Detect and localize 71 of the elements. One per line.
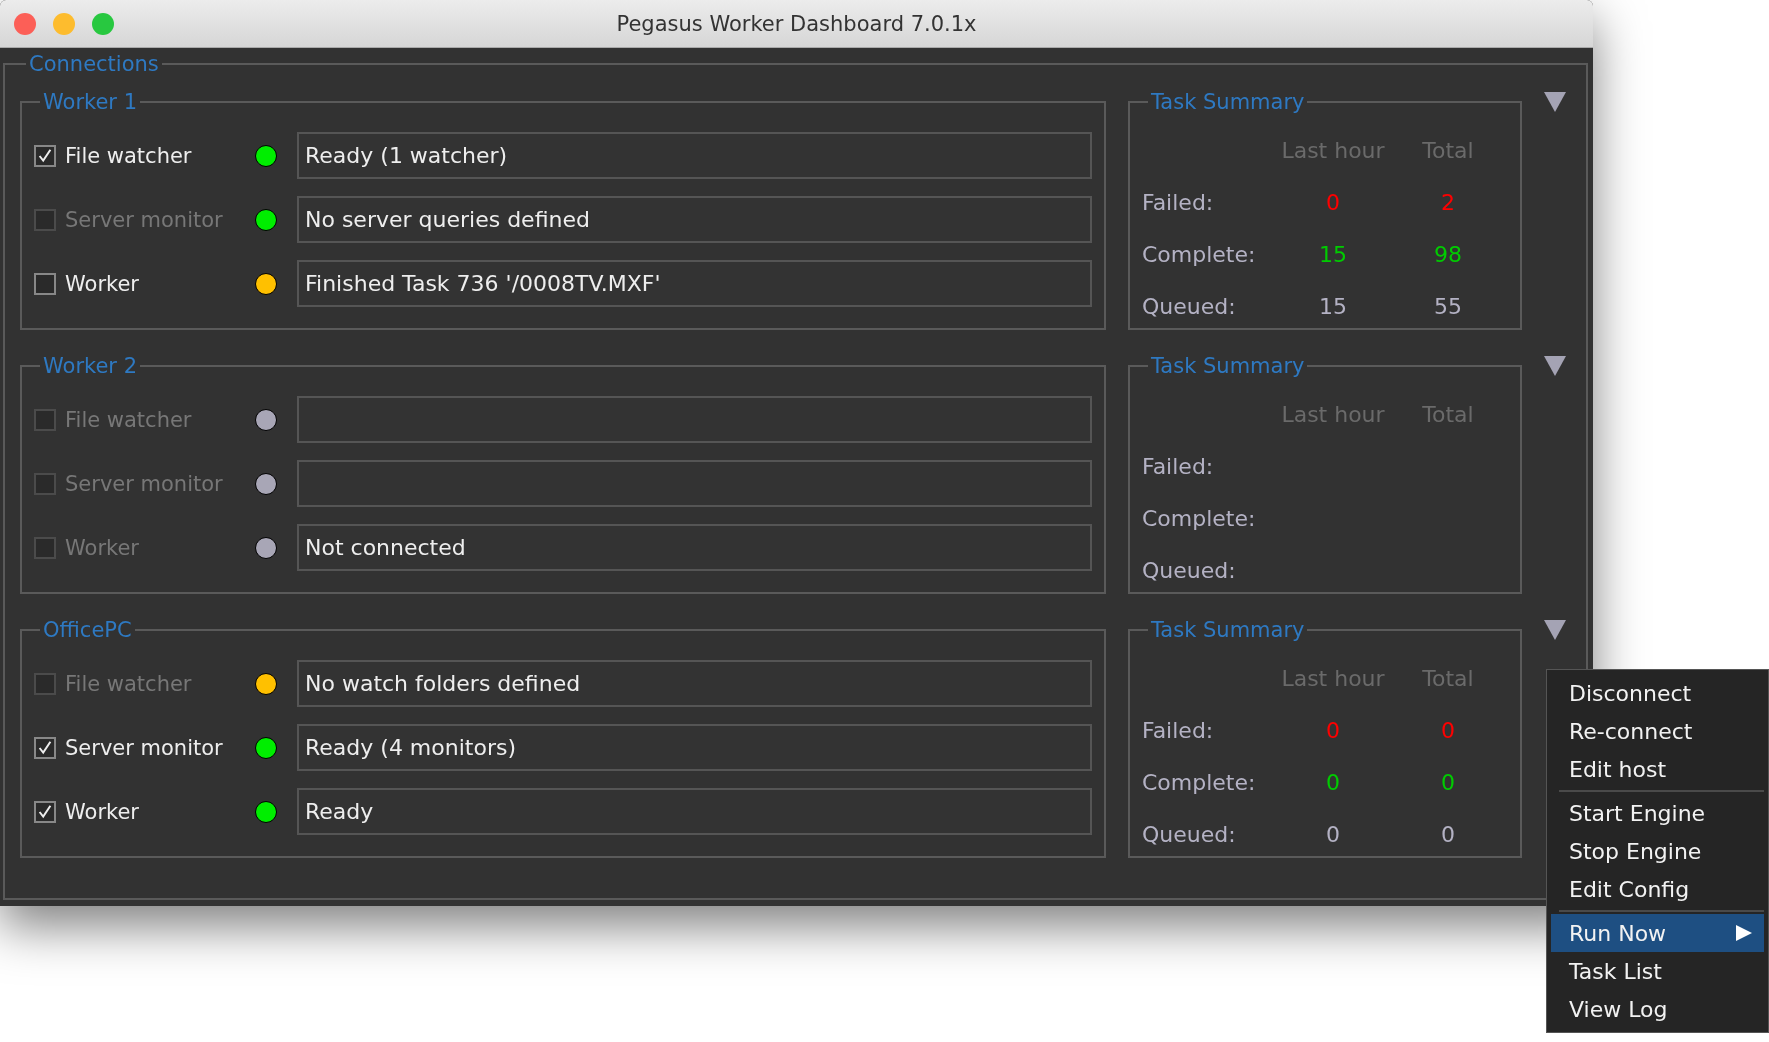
column-header: Total [1421, 137, 1475, 163]
count-value: 15 [1319, 241, 1347, 267]
checkbox[interactable] [34, 800, 56, 823]
count-value: 0 [1441, 769, 1455, 795]
status-field: No watch folders defined [297, 660, 1092, 707]
count-value: 0 [1441, 821, 1455, 847]
service-label: Server monitor [65, 735, 224, 760]
row-label: Queued: [1142, 293, 1237, 319]
menu-item[interactable]: Edit Config [1551, 870, 1764, 908]
status-field: Finished Task 736 '/0008TV.MXF' [297, 260, 1092, 307]
menu-item[interactable]: Task List [1551, 952, 1764, 990]
service-label: Server monitor [65, 207, 224, 232]
summary-title: Task Summary [1150, 90, 1306, 114]
minimize-icon[interactable] [53, 13, 75, 35]
host-title: Worker 1 [42, 90, 139, 114]
maximize-icon[interactable] [92, 13, 114, 35]
menu-item[interactable]: Start Engine [1551, 794, 1764, 832]
row-label: Complete: [1142, 769, 1257, 795]
service-label: Worker [65, 535, 140, 560]
count-value: 55 [1434, 293, 1462, 319]
menu-item[interactable]: Run Now [1551, 914, 1764, 952]
menu-item[interactable]: View Log [1551, 990, 1764, 1028]
row-label: Complete: [1142, 241, 1257, 267]
service-label: File watcher [65, 143, 193, 168]
checkbox[interactable] [34, 736, 56, 759]
row-label: Failed: [1142, 453, 1215, 479]
dropdown-arrow-icon[interactable] [1544, 356, 1566, 376]
count-value: 0 [1326, 769, 1340, 795]
status-field: Ready (4 monitors) [297, 724, 1092, 771]
status-field: Ready [297, 788, 1092, 835]
checkbox[interactable] [34, 144, 56, 167]
checkbox[interactable] [34, 272, 56, 295]
menu-item[interactable]: Disconnect [1551, 674, 1764, 712]
column-header: Total [1421, 665, 1475, 691]
count-value: 0 [1326, 717, 1340, 743]
submenu-arrow-icon [1736, 925, 1752, 941]
dropdown-arrow-icon[interactable] [1544, 92, 1566, 112]
count-value: 0 [1441, 717, 1455, 743]
menu-item[interactable]: Re-connect [1551, 712, 1764, 750]
status-field: Not connected [297, 524, 1092, 571]
summary-title: Task Summary [1150, 354, 1306, 378]
column-header: Last hour [1280, 137, 1386, 163]
host-title: OfficePC [42, 618, 133, 642]
menu-item[interactable]: Edit host [1551, 750, 1764, 788]
service-label: File watcher [65, 407, 193, 432]
count-value: 0 [1326, 821, 1340, 847]
panel-title: Connections [28, 52, 160, 76]
count-value: 98 [1434, 241, 1462, 267]
row-label: Queued: [1142, 821, 1237, 847]
column-header: Last hour [1280, 401, 1386, 427]
count-value: 2 [1441, 189, 1455, 215]
row-label: Complete: [1142, 505, 1257, 531]
row-label: Failed: [1142, 189, 1215, 215]
status-field: Ready (1 watcher) [297, 132, 1092, 179]
window-title: Pegasus Worker Dashboard 7.0.1x [616, 11, 977, 36]
service-label: Server monitor [65, 471, 224, 496]
column-header: Last hour [1280, 665, 1386, 691]
column-header: Total [1421, 401, 1475, 427]
summary-title: Task Summary [1150, 618, 1306, 642]
row-label: Queued: [1142, 557, 1237, 583]
service-label: Worker [65, 271, 140, 296]
dropdown-arrow-icon[interactable] [1544, 620, 1566, 640]
close-icon[interactable] [14, 13, 36, 35]
menu-item[interactable]: Stop Engine [1551, 832, 1764, 870]
host-title: Worker 2 [42, 354, 139, 378]
count-value: 0 [1326, 189, 1340, 215]
status-field: No server queries defined [297, 196, 1092, 243]
service-label: File watcher [65, 671, 193, 696]
count-value: 15 [1319, 293, 1347, 319]
row-label: Failed: [1142, 717, 1215, 743]
service-label: Worker [65, 799, 140, 824]
